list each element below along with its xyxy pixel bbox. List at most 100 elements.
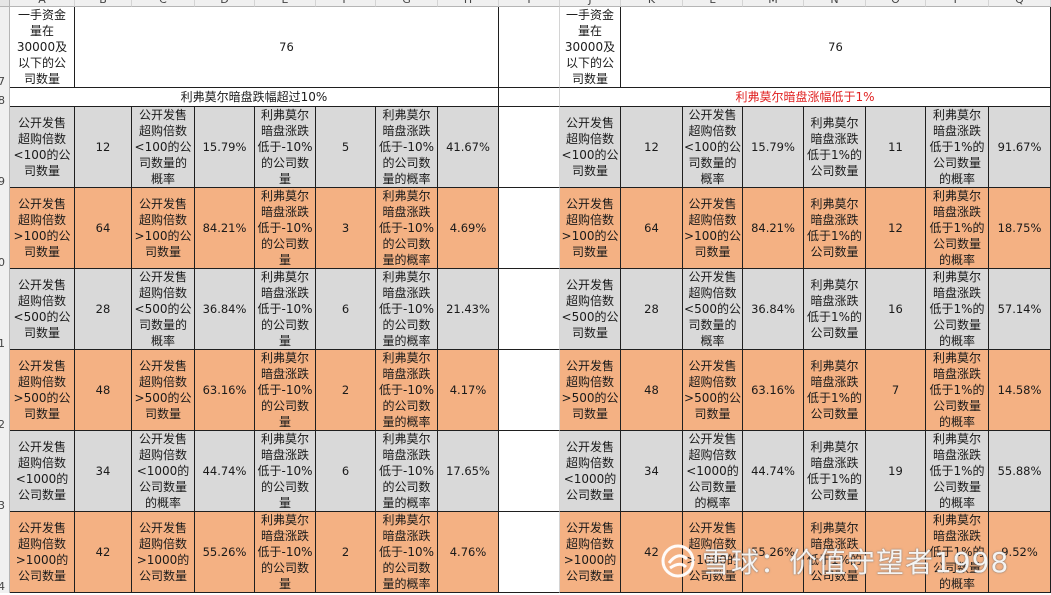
table-cell-f[interactable]: 2 [316,512,376,593]
column-header-m[interactable]: M [743,0,804,7]
column-header-e[interactable]: E [255,0,316,7]
table-cell-c[interactable]: 公开发售 超购倍数 >100的公 司数量 [132,188,195,269]
table-cell-k[interactable]: 48 [621,350,683,431]
table-cell-m[interactable]: 63.16% [743,350,804,431]
table-cell-e[interactable]: 利弗莫尔 暗盘涨跌 低于-10% 的公司数 量 [255,350,316,431]
table-cell-k[interactable]: 12 [621,107,683,188]
right-section-title[interactable]: 利弗莫尔暗盘涨幅低于1% [560,88,1051,107]
column-header-k[interactable]: K [621,0,683,7]
table-cell-c[interactable]: 公开发售 超购倍数 <500的公 司数量的 概率 [132,269,195,350]
table-cell-p[interactable]: 利弗莫尔 暗盘涨跌 低于1%的 公司数量 的概率 [926,107,989,188]
table-cell-b[interactable]: 64 [75,188,132,269]
select-all-corner[interactable] [0,0,10,7]
table-cell-j[interactable]: 公开发售 超购倍数 <100的公 司数量 [560,107,621,188]
table-cell-h[interactable]: 41.67% [438,107,499,188]
table-cell-e[interactable]: 利弗莫尔 暗盘涨跌 低于-10% 的公司数 量 [255,188,316,269]
row-header-2[interactable]: 2 [0,350,10,431]
table-cell-d[interactable]: 15.79% [195,107,255,188]
table-cell-g[interactable]: 利弗莫尔 暗盘涨跌 低于-10% 的公司数 量的概率 [376,269,438,350]
table-cell-a[interactable]: 公开发售 超购倍数 <1000的 公司数量 [10,431,75,512]
table-cell-b[interactable]: 12 [75,107,132,188]
table-cell-g[interactable]: 利弗莫尔 暗盘涨跌 低于-10% 的公司数 量的概率 [376,107,438,188]
table-cell-l[interactable]: 公开发售 超购倍数 <500的公 司数量的 概率 [683,269,743,350]
column-header-l[interactable]: L [683,0,743,7]
table-cell-j[interactable]: 公开发售 超购倍数 >100的公 司数量 [560,188,621,269]
table-cell-o[interactable]: 16 [866,269,926,350]
table-cell-p[interactable]: 利弗莫尔 暗盘涨跌 低于1%的 公司数量 的概率 [926,431,989,512]
table-cell-c[interactable]: 公开发售 超购倍数 >500的公 司数量 [132,350,195,431]
table-cell-j[interactable]: 公开发售 超购倍数 <500的公 司数量 [560,269,621,350]
table-cell-m[interactable]: 15.79% [743,107,804,188]
table-cell-b[interactable]: 48 [75,350,132,431]
table-cell-q[interactable]: 14.58% [989,350,1051,431]
table-cell-j[interactable]: 公开发售 超购倍数 >1000的 公司数量 [560,512,621,593]
row-header-3[interactable]: 3 [0,431,10,512]
table-cell-m[interactable]: 44.74% [743,431,804,512]
column-header-p[interactable]: P [926,0,989,7]
table-cell-q[interactable]: 55.88% [989,431,1051,512]
spacer-cell[interactable] [499,269,560,350]
row-header-8[interactable]: 8 [0,88,10,107]
column-header-h[interactable]: H [438,0,499,7]
right-top-label[interactable]: 一手资金 量在 30000及 以下的公 司数量 [560,7,621,88]
column-header-j[interactable]: J [560,0,621,7]
table-cell-q[interactable]: 57.14% [989,269,1051,350]
table-cell-e[interactable]: 利弗莫尔 暗盘涨跌 低于-10% 的公司数 量 [255,107,316,188]
table-cell-f[interactable]: 6 [316,431,376,512]
spacer-cell[interactable] [499,431,560,512]
table-cell-h[interactable]: 21.43% [438,269,499,350]
table-cell-f[interactable]: 3 [316,188,376,269]
column-header-o[interactable]: O [866,0,926,7]
table-cell-l[interactable]: 公开发售 超购倍数 <100的公 司数量的 概率 [683,107,743,188]
spacer-cell[interactable] [499,107,560,188]
column-header-d[interactable]: D [195,0,255,7]
table-cell-o[interactable]: 19 [866,431,926,512]
table-cell-j[interactable]: 公开发售 超购倍数 >500的公 司数量 [560,350,621,431]
table-cell-e[interactable]: 利弗莫尔 暗盘涨跌 低于-10% 的公司数 量 [255,269,316,350]
table-cell-h[interactable]: 4.17% [438,350,499,431]
left-top-label[interactable]: 一手资金 量在 30000及 以下的公 司数量 [10,7,75,88]
table-cell-a[interactable]: 公开发售 超购倍数 >500的公 司数量 [10,350,75,431]
table-cell-p[interactable]: 利弗莫尔 暗盘涨跌 低于1%的 公司数量 的概率 [926,350,989,431]
table-cell-a[interactable]: 公开发售 超购倍数 <100的公 司数量 [10,107,75,188]
right-top-value[interactable]: 76 [621,7,1051,88]
table-cell-a[interactable]: 公开发售 超购倍数 >100的公 司数量 [10,188,75,269]
table-cell-p[interactable]: 利弗莫尔 暗盘涨跌 低于1%的 公司数量 的概率 [926,188,989,269]
column-header-q[interactable]: Q [989,0,1051,7]
table-cell-l[interactable]: 公开发售 超购倍数 >100的公 司数量 [683,188,743,269]
column-header-g[interactable]: G [376,0,438,7]
table-cell-h[interactable]: 4.76% [438,512,499,593]
column-header-f[interactable]: F [316,0,376,7]
column-header-i[interactable]: I [499,0,560,7]
table-cell-a[interactable]: 公开发售 超购倍数 >1000的 公司数量 [10,512,75,593]
table-cell-l[interactable]: 公开发售 超购倍数 >1000的 公司数量 [683,512,743,593]
table-cell-k[interactable]: 42 [621,512,683,593]
column-header-a[interactable]: A [10,0,75,7]
table-cell-c[interactable]: 公开发售 超购倍数 >1000的 公司数量 [132,512,195,593]
table-cell-d[interactable]: 55.26% [195,512,255,593]
row-header-1[interactable]: 1 [0,269,10,350]
column-header-b[interactable]: B [75,0,132,7]
table-cell-n[interactable]: 利弗莫尔 暗盘涨跌 低于1%的 公司数量 [804,431,866,512]
table-cell-m[interactable]: 84.21% [743,188,804,269]
table-cell-f[interactable]: 5 [316,107,376,188]
table-cell-k[interactable]: 34 [621,431,683,512]
table-cell-g[interactable]: 利弗莫尔 暗盘涨跌 低于-10% 的公司数 量的概率 [376,512,438,593]
table-cell-g[interactable]: 利弗莫尔 暗盘涨跌 低于-10% 的公司数 量的概率 [376,350,438,431]
table-cell-b[interactable]: 28 [75,269,132,350]
table-cell-p[interactable]: 利弗莫尔 暗盘涨跌 低于1%的 公司数量 的概率 [926,269,989,350]
table-cell-d[interactable]: 63.16% [195,350,255,431]
table-cell-e[interactable]: 利弗莫尔 暗盘涨跌 低于-10% 的公司数 量 [255,512,316,593]
table-cell-q[interactable]: 9.52% [989,512,1051,593]
table-cell-f[interactable]: 6 [316,269,376,350]
left-section-title[interactable]: 利弗莫尔暗盘跌幅超过10% [10,88,499,107]
table-cell-l[interactable]: 公开发售 超购倍数 <1000的 公司数量 的概率 [683,431,743,512]
table-cell-c[interactable]: 公开发售 超购倍数 <1000的 公司数量 的概率 [132,431,195,512]
table-cell-b[interactable]: 42 [75,512,132,593]
row-header-7[interactable]: 7 [0,7,10,88]
table-cell-h[interactable]: 4.69% [438,188,499,269]
spacer-cell-i8[interactable] [499,88,560,107]
table-cell-o[interactable]: 7 [866,350,926,431]
spacer-cell[interactable] [499,512,560,593]
row-header-0[interactable]: 0 [0,188,10,269]
